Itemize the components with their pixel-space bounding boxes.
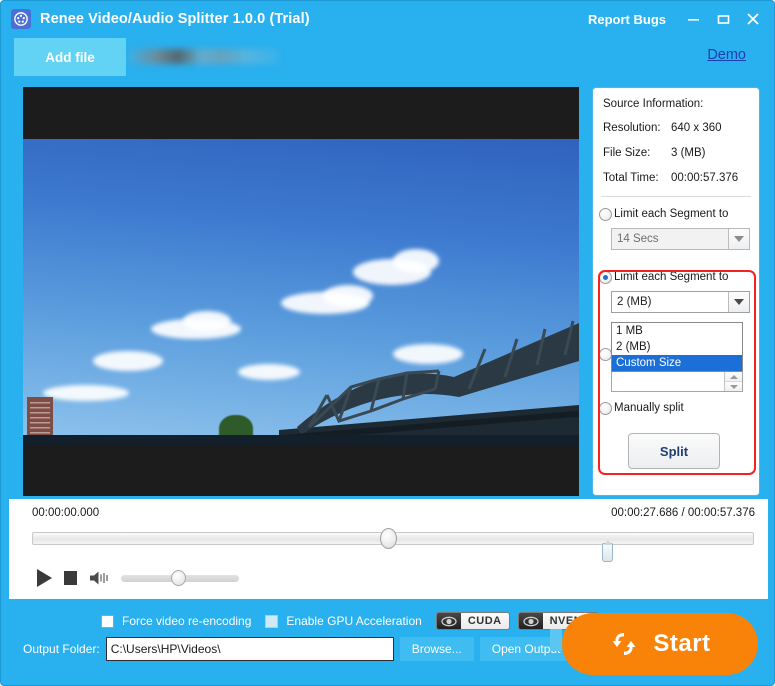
add-file-bar: Add file Demo [9,37,768,77]
option-limit-by-time[interactable]: Limit each Segment to [593,205,759,223]
refresh-split-icon [609,629,639,659]
bottom-bar: Force video re-encoding Enable GPU Accel… [1,599,775,686]
dropdown-option-2mb[interactable]: 2 (MB) [612,339,742,355]
split-settings-panel: Source Information: Resolution: 640 x 36… [592,87,760,496]
title-bar: Renee Video/Audio Splitter 1.0.0 (Trial)… [1,1,775,37]
timeline-playhead-handle[interactable] [380,528,397,549]
custom-size-input[interactable] [612,372,724,391]
dropdown-option-custom-size[interactable]: Custom Size [612,355,742,371]
option-manual-split[interactable]: Manually split [593,399,690,417]
total-time-label: Total Time: [603,171,671,185]
segment-duration-value: 14 Secs [612,229,728,249]
chevron-down-icon[interactable] [728,292,749,312]
total-time-value: 00:00:57.376 [671,171,749,185]
resolution-value: 640 x 360 [671,121,749,135]
option-limit-by-size[interactable]: Limit each Segment to [593,268,759,286]
horizon-line [23,435,579,445]
source-information-block: Source Information: Resolution: 640 x 36… [593,88,759,185]
info-row-resolution: Resolution: 640 x 360 [593,121,759,135]
play-icon[interactable] [37,569,52,587]
close-icon[interactable] [738,4,768,34]
radio-limit-by-time[interactable] [599,208,612,221]
custom-size-spinner[interactable] [611,371,743,392]
output-folder-label: Output Folder: [23,642,100,656]
volume-slider[interactable] [121,575,239,582]
selected-file-name-redacted [129,49,279,64]
panel-divider [601,196,751,197]
browse-button[interactable]: Browse... [400,637,474,661]
cuda-badge[interactable]: CUDA [436,612,510,630]
spinner-buttons [724,372,742,391]
volume-slider-handle[interactable] [171,570,186,586]
timeline-current-total-time: 00:00:27.686 / 00:00:57.376 [611,507,755,519]
segment-size-value: 2 (MB) [612,292,728,312]
source-info-heading: Source Information: [593,98,759,110]
output-folder-input[interactable] [106,637,394,661]
film-reel-icon [11,9,31,29]
gpu-acceleration-checkbox[interactable] [265,615,278,628]
playback-controls [37,569,239,587]
start-button[interactable]: Start [562,613,758,675]
split-button[interactable]: Split [628,433,720,469]
limit-by-time-label: Limit each Segment to [614,208,728,220]
radio-limit-by-size[interactable] [599,271,612,284]
volume-icon[interactable] [89,570,109,586]
encoding-options-row: Force video re-encoding Enable GPU Accel… [101,612,599,630]
stop-icon[interactable] [64,571,77,585]
force-reencode-checkbox[interactable] [101,615,114,628]
spinner-down-icon[interactable] [725,381,742,391]
video-preview[interactable] [23,87,579,496]
segment-size-select[interactable]: 2 (MB) [611,291,750,313]
window-title: Renee Video/Audio Splitter 1.0.0 (Trial) [40,11,310,27]
timeline-cut-marker[interactable] [602,543,613,562]
file-size-value: 3 (MB) [671,146,749,160]
maximize-icon[interactable] [708,4,738,34]
info-row-file-size: File Size: 3 (MB) [593,146,759,160]
limit-by-size-label: Limit each Segment to [614,271,728,283]
timeline-start-time: 00:00:00.000 [32,507,99,519]
add-file-button[interactable]: Add file [14,38,126,76]
start-button-notch [550,629,562,651]
spinner-up-icon[interactable] [725,372,742,381]
timeline-area: 00:00:00.000 00:00:27.686 / 00:00:57.376 [9,499,768,599]
nvidia-eye-icon [519,612,543,630]
video-frame-content [23,139,579,445]
output-folder-row: Output Folder: Browse... Open Output Fil… [23,637,595,661]
force-reencode-label: Force video re-encoding [122,614,251,628]
bridge-silhouette [279,265,579,445]
manual-split-label: Manually split [614,402,684,414]
demo-link[interactable]: Demo [707,47,746,63]
segment-size-dropdown-list[interactable]: 1 MB 2 (MB) Custom Size [611,322,743,372]
start-button-label: Start [653,630,710,658]
application-window: Renee Video/Audio Splitter 1.0.0 (Trial)… [0,0,775,686]
info-row-total-time: Total Time: 00:00:57.376 [593,171,759,185]
file-size-label: File Size: [603,146,671,160]
chevron-down-icon[interactable] [728,229,749,249]
nvidia-eye-icon [437,612,461,630]
cuda-label: CUDA [461,612,509,630]
radio-manual-split[interactable] [599,402,612,415]
gpu-acceleration-label: Enable GPU Acceleration [286,614,421,628]
resolution-label: Resolution: [603,121,671,135]
window-controls: Report Bugs [588,1,768,37]
segment-duration-select[interactable]: 14 Secs [611,228,750,250]
dropdown-option-1mb[interactable]: 1 MB [612,323,742,339]
report-bugs-link[interactable]: Report Bugs [588,12,666,27]
minimize-icon[interactable] [678,4,708,34]
